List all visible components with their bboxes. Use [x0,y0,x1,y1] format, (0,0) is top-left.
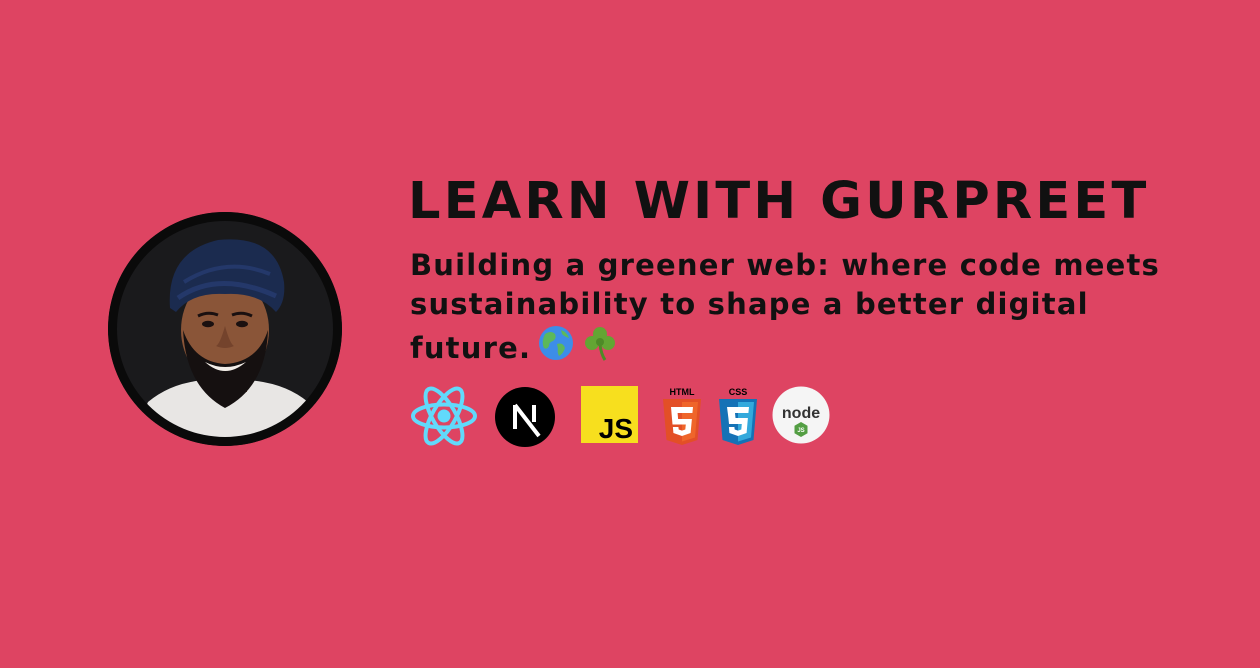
html5-icon: HTML [660,386,704,446]
tagline-text: Building a greener web: where code meets… [410,248,1161,365]
page-title: LEARN WITH GURPREET [408,172,1150,231]
react-icon [410,386,478,446]
css3-icon: CSS [716,386,760,446]
svg-text:JS: JS [797,428,804,434]
profile-photo [108,212,342,446]
javascript-label: JS [599,413,633,443]
nextjs-icon [494,386,556,448]
globe-americas-icon [537,324,575,362]
tagline: Building a greener web: where code meets… [410,246,1210,368]
css3-label: CSS [729,387,748,397]
javascript-icon: JS [581,386,638,443]
nodejs-icon: node JS [772,386,830,444]
avatar [108,212,342,446]
nodejs-label: node [782,405,820,422]
html5-label: HTML [670,387,695,397]
shamrock-icon [581,324,619,362]
